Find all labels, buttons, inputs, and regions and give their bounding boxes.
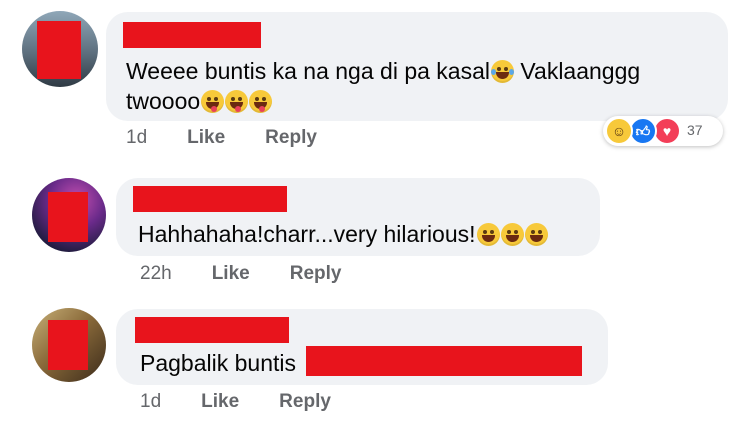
comment-text-part: Pagbalik buntis [140, 350, 296, 376]
reactions-summary[interactable]: ☺ 👍︎ ♥ 37 [603, 116, 723, 146]
comment-meta: 22h Like Reply [140, 263, 381, 285]
avatar-redaction [37, 21, 81, 79]
reaction-count: 37 [687, 122, 703, 138]
comment-meta: 1d Like Reply [140, 391, 371, 413]
haha-icon: ☺ [605, 117, 633, 145]
like-button[interactable]: Like [212, 263, 250, 284]
comment-meta: 1d Like Reply [126, 127, 357, 149]
text-redaction [306, 346, 582, 376]
comment-text-part: twoooo [126, 88, 201, 114]
avatar[interactable] [32, 308, 106, 382]
comment-text: Pagbalik buntis [140, 347, 296, 379]
tongue-emoji-icon [225, 90, 249, 113]
tongue-emoji-icon [249, 90, 273, 113]
timestamp[interactable]: 1d [126, 127, 147, 148]
comment-text-part: Hahhahaha!charr...very hilarious! [138, 221, 476, 247]
author-name-redaction[interactable] [123, 22, 261, 48]
tongue-emoji-icon [201, 90, 225, 113]
like-button[interactable]: Like [187, 127, 225, 148]
timestamp[interactable]: 1d [140, 391, 161, 412]
like-button[interactable]: Like [201, 391, 239, 412]
avatar[interactable] [22, 11, 98, 87]
timestamp[interactable]: 22h [140, 263, 172, 284]
author-name-redaction[interactable] [133, 186, 287, 212]
avatar-redaction [48, 192, 88, 242]
grinning-emoji-icon [500, 223, 524, 246]
laughing-crying-emoji-icon [491, 60, 514, 83]
comment-text-part: Weeee buntis ka na nga di pa kasal [126, 58, 490, 84]
comment-text: Hahhahaha!charr...very hilarious! [138, 218, 548, 250]
reply-button[interactable]: Reply [290, 263, 342, 284]
grinning-emoji-icon [476, 223, 500, 246]
comment-text-line2: twoooo [126, 85, 273, 117]
comment-text-part: Vaklaanggg [514, 58, 641, 84]
grinning-emoji-icon [524, 223, 548, 246]
comment-text: Weeee buntis ka na nga di pa kasal Vakla… [126, 55, 640, 87]
like-icon: 👍︎ [629, 117, 657, 145]
love-icon: ♥ [653, 117, 681, 145]
avatar[interactable] [32, 178, 106, 252]
reply-button[interactable]: Reply [279, 391, 331, 412]
reply-button[interactable]: Reply [265, 127, 317, 148]
avatar-redaction [48, 320, 88, 370]
author-name-redaction[interactable] [135, 317, 289, 343]
